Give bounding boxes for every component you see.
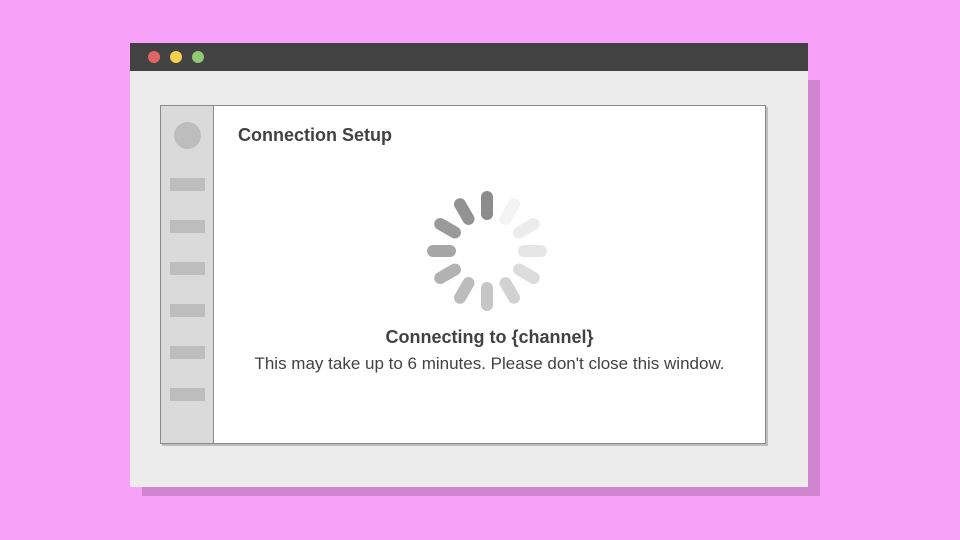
- spinner-spoke: [434, 263, 461, 284]
- spinner-spoke: [454, 198, 475, 225]
- sidebar-item-6[interactable]: [170, 388, 205, 401]
- spinner-spoke: [499, 198, 520, 225]
- zoom-window-button[interactable]: [192, 51, 204, 63]
- sidebar-item-3[interactable]: [170, 262, 205, 275]
- spinner-spoke: [499, 277, 520, 304]
- loading-spinner-icon: [427, 191, 547, 311]
- sidebar: [161, 106, 214, 443]
- spinner-spoke: [513, 263, 540, 284]
- window-titlebar: [130, 43, 808, 71]
- app-frame: Connection Setup Connecting to {channel}…: [160, 105, 766, 444]
- close-window-button[interactable]: [148, 51, 160, 63]
- page-title: Connection Setup: [238, 125, 392, 145]
- browser-window: Connection Setup Connecting to {channel}…: [130, 43, 808, 487]
- status-message: This may take up to 6 minutes. Please do…: [254, 354, 725, 373]
- main-content: Connection Setup Connecting to {channel}…: [214, 106, 765, 443]
- minimize-window-button[interactable]: [170, 51, 182, 63]
- sidebar-item-5[interactable]: [170, 346, 205, 359]
- sidebar-item-1[interactable]: [170, 178, 205, 191]
- sidebar-item-4[interactable]: [170, 304, 205, 317]
- sidebar-item-2[interactable]: [170, 220, 205, 233]
- spinner-spoke: [513, 218, 540, 239]
- avatar[interactable]: [174, 122, 201, 149]
- spinner-spoke: [434, 218, 461, 239]
- status-title: Connecting to {channel}: [385, 327, 594, 347]
- spinner-spoke: [454, 277, 475, 304]
